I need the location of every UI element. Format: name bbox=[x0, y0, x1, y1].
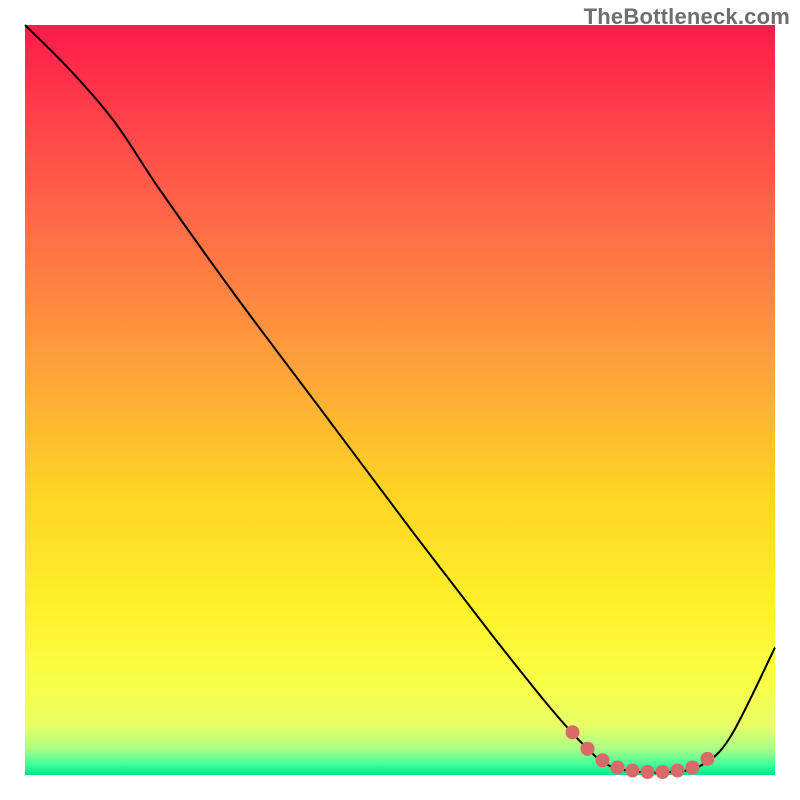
bottleneck-chart bbox=[0, 0, 800, 800]
gradient-background bbox=[25, 25, 775, 775]
optimal-marker bbox=[671, 764, 685, 778]
optimal-marker bbox=[581, 742, 595, 756]
optimal-marker bbox=[656, 765, 670, 779]
optimal-marker bbox=[566, 725, 580, 739]
watermark-text: TheBottleneck.com bbox=[584, 4, 790, 30]
optimal-marker bbox=[626, 764, 640, 778]
optimal-marker bbox=[611, 761, 625, 775]
optimal-marker bbox=[596, 753, 610, 767]
optimal-marker bbox=[701, 752, 715, 766]
optimal-marker bbox=[641, 765, 655, 779]
optimal-marker bbox=[686, 761, 700, 775]
